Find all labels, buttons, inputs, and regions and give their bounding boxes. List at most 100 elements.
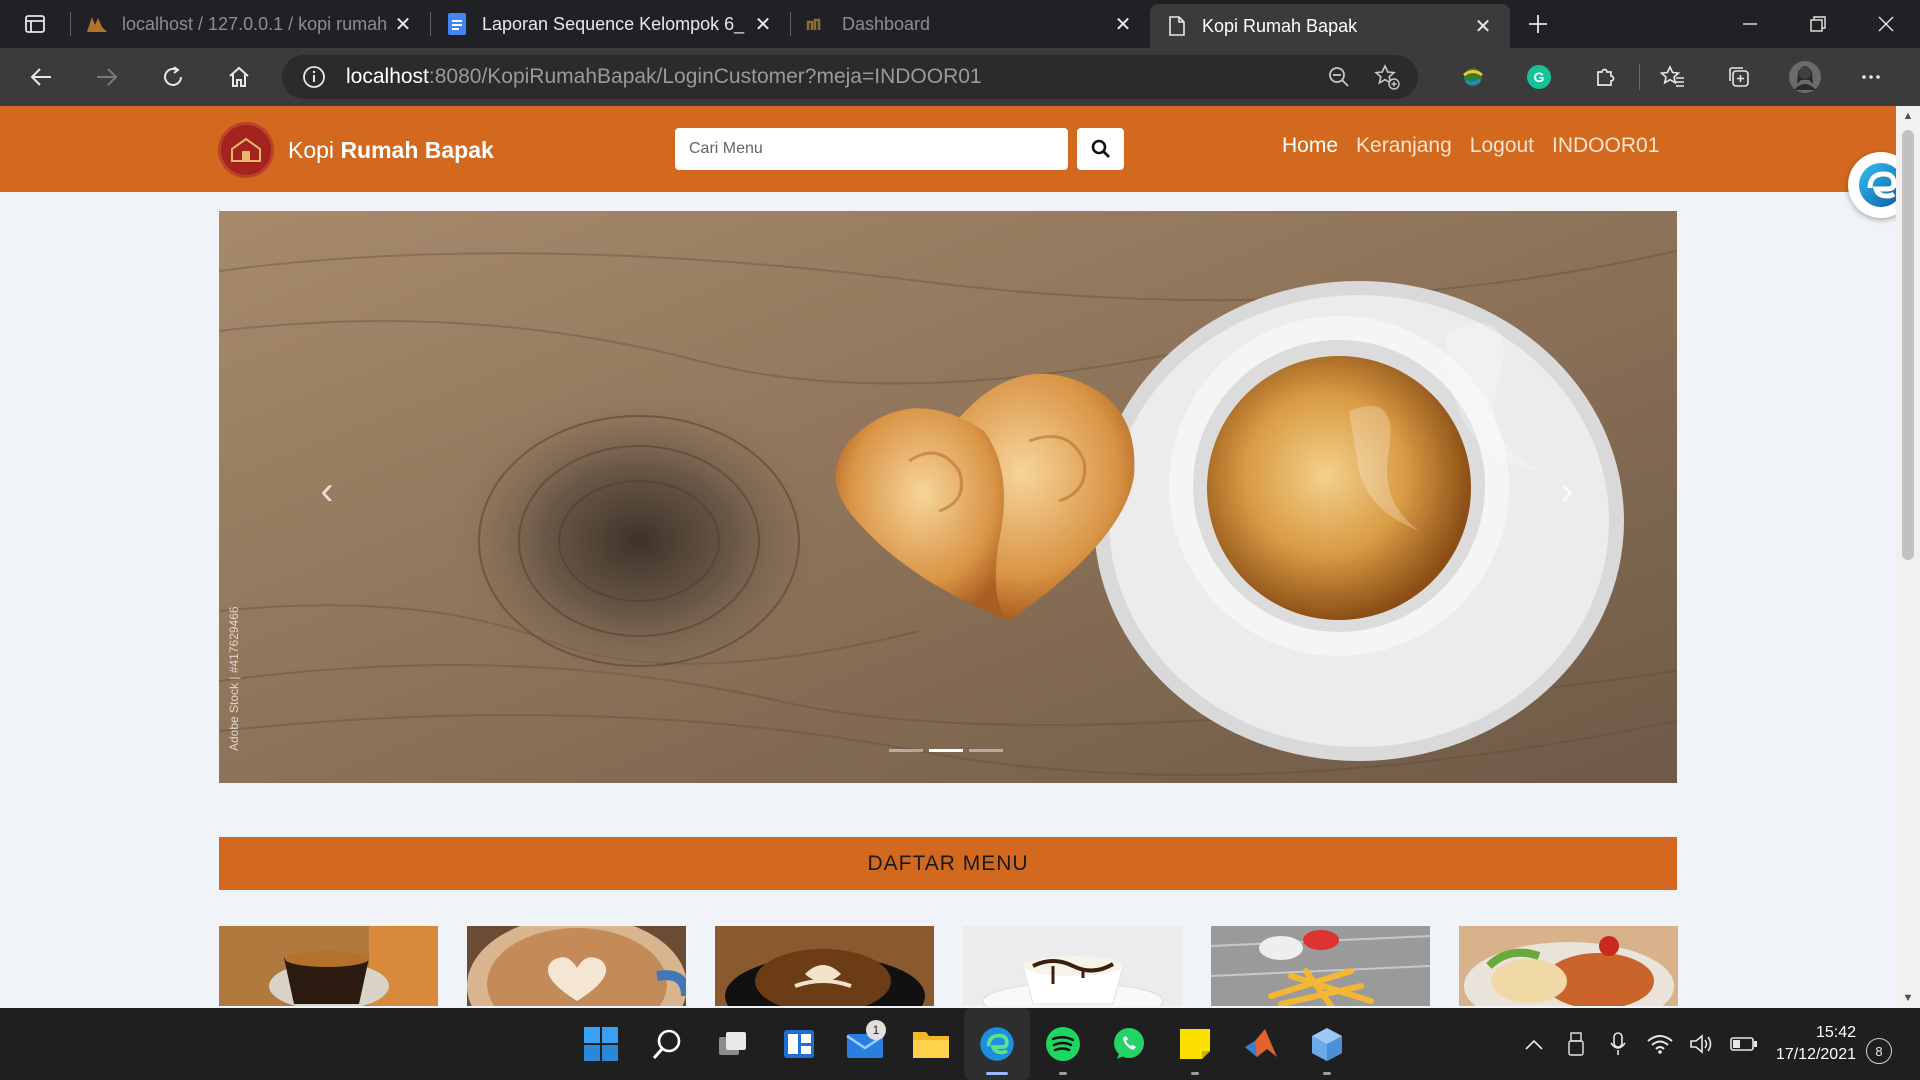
tab-title: Kopi Rumah Bapak: [1202, 15, 1358, 36]
show-hidden-icons-button[interactable]: [1518, 1028, 1550, 1060]
google-docs-icon: [446, 13, 468, 35]
carousel-indicator-2[interactable]: [929, 749, 963, 752]
settings-menu-button[interactable]: [1838, 48, 1904, 106]
wifi-icon[interactable]: [1644, 1028, 1676, 1060]
zoom-out-icon: [1329, 67, 1349, 87]
close-tab-icon[interactable]: ✕: [752, 13, 774, 36]
battery-icon[interactable]: [1728, 1028, 1760, 1060]
scroll-down-arrow-icon[interactable]: ▼: [1896, 988, 1920, 1008]
microphone-icon[interactable]: [1602, 1028, 1634, 1060]
reload-button[interactable]: [140, 48, 206, 106]
brand-logo: [218, 122, 274, 178]
windows-taskbar: 1 15:42 17/12/2021 8: [0, 1008, 1920, 1080]
menu-section-title: DAFTAR MENU: [219, 837, 1677, 890]
search-taskbar-button[interactable]: [634, 1008, 700, 1080]
menu-item-chocolate-coffee[interactable]: [963, 926, 1182, 1006]
reload-icon: [164, 66, 182, 86]
close-icon: [1878, 16, 1894, 32]
virtualbox-button[interactable]: [1294, 1008, 1360, 1080]
minimize-button[interactable]: [1716, 0, 1784, 48]
back-button[interactable]: [8, 48, 74, 106]
carousel-prev-button[interactable]: ‹: [297, 461, 357, 521]
forward-button[interactable]: [74, 48, 140, 106]
back-arrow-icon: [30, 68, 51, 86]
restore-button[interactable]: [1784, 0, 1852, 48]
site-navbar: Kopi Rumah Bapak Home Keranjang Logout I…: [0, 106, 1896, 192]
carousel-indicator-1[interactable]: [889, 749, 923, 752]
tab-google-docs[interactable]: Laporan Sequence Kelompok 6_ ✕: [430, 0, 790, 48]
favorites-button[interactable]: [1640, 48, 1706, 106]
tab-actions-button[interactable]: [0, 0, 70, 48]
sticky-notes-button[interactable]: [1162, 1008, 1228, 1080]
spotify-button[interactable]: [1030, 1008, 1096, 1080]
menu-item-cappuccino[interactable]: [715, 926, 934, 1006]
menu-item-espresso[interactable]: [219, 926, 438, 1006]
puzzle-icon: [1597, 68, 1615, 86]
page-icon: [1166, 15, 1188, 37]
profile-button[interactable]: [1772, 48, 1838, 106]
main-nav: Home Keranjang Logout INDOOR01: [1282, 134, 1659, 158]
file-explorer-button[interactable]: [898, 1008, 964, 1080]
window-controls: [1716, 0, 1920, 48]
extensions-button[interactable]: [1572, 48, 1638, 106]
espresso-image: [219, 926, 438, 1006]
tab-dashboard[interactable]: Dashboard ✕: [790, 0, 1150, 48]
carousel-indicator-3[interactable]: [969, 749, 1003, 752]
brand[interactable]: Kopi Rumah Bapak: [218, 122, 494, 178]
url-text[interactable]: localhost:8080/KopiRumahBapak/LoginCusto…: [346, 65, 982, 89]
close-tab-icon[interactable]: ✕: [1112, 13, 1134, 36]
nav-home[interactable]: Home: [1282, 134, 1338, 158]
usb-device-icon[interactable]: [1560, 1028, 1592, 1060]
chevron-up-icon: [1525, 1039, 1543, 1050]
nav-table-indoor01[interactable]: INDOOR01: [1552, 134, 1659, 158]
close-tab-icon[interactable]: ✕: [392, 13, 414, 36]
start-button[interactable]: [568, 1008, 634, 1080]
close-window-button[interactable]: [1852, 0, 1920, 48]
tab-kopi-rumah-bapak[interactable]: Kopi Rumah Bapak ✕: [1150, 4, 1510, 48]
nav-keranjang[interactable]: Keranjang: [1356, 134, 1452, 158]
volume-icon[interactable]: [1686, 1028, 1718, 1060]
mail-app-button[interactable]: 1: [832, 1008, 898, 1080]
edge-taskbar-button[interactable]: [964, 1008, 1030, 1080]
plus-icon: [1529, 15, 1547, 33]
whatsapp-button[interactable]: [1096, 1008, 1162, 1080]
close-tab-icon[interactable]: ✕: [1472, 15, 1494, 38]
browser-toolbar: localhost:8080/KopiRumahBapak/LoginCusto…: [0, 48, 1920, 106]
menu-search-input[interactable]: [675, 128, 1068, 170]
menu-item-french-fries[interactable]: [1211, 926, 1430, 1006]
dashboard-icon: [806, 13, 828, 35]
address-bar[interactable]: localhost:8080/KopiRumahBapak/LoginCusto…: [282, 55, 1418, 99]
carousel-indicators: [889, 749, 1003, 752]
favorites-icon: [1660, 65, 1684, 87]
minimize-icon: [1743, 23, 1757, 25]
matlab-button[interactable]: [1228, 1008, 1294, 1080]
tab-title: Laporan Sequence Kelompok 6_: [482, 13, 745, 34]
new-tab-button[interactable]: [1510, 0, 1566, 48]
grammarly-button[interactable]: G: [1506, 48, 1572, 106]
clock[interactable]: 15:42 17/12/2021: [1766, 1022, 1856, 1066]
menu-grid: [219, 926, 1678, 1006]
notification-center-button[interactable]: 8: [1866, 1038, 1892, 1064]
zoom-out-button[interactable]: [1324, 62, 1354, 92]
carousel-next-button[interactable]: ›: [1537, 461, 1597, 521]
widgets-button[interactable]: [766, 1008, 832, 1080]
menu-item-fried-rice[interactable]: [1459, 926, 1678, 1006]
collections-button[interactable]: [1706, 48, 1772, 106]
search-button[interactable]: [1077, 128, 1124, 170]
task-view-button[interactable]: [700, 1008, 766, 1080]
page-scrollbar[interactable]: ▲ ▼: [1896, 106, 1920, 1008]
scroll-up-arrow-icon[interactable]: ▲: [1896, 106, 1920, 126]
tab-phpmyadmin[interactable]: localhost / 127.0.0.1 / kopi rumah ✕: [70, 0, 430, 48]
home-button[interactable]: [206, 48, 272, 106]
extension-globe-button[interactable]: [1440, 48, 1506, 106]
scrollbar-thumb[interactable]: [1902, 130, 1914, 560]
latte-heart-image: [467, 926, 686, 1006]
nav-logout[interactable]: Logout: [1470, 134, 1534, 158]
spotify-icon: [1046, 1027, 1080, 1061]
tab-title: localhost / 127.0.0.1 / kopi rumah: [122, 13, 388, 34]
folder-icon: [913, 1032, 949, 1058]
menu-item-latte[interactable]: [467, 926, 686, 1006]
tab-actions-icon: [25, 15, 45, 33]
add-favorite-button[interactable]: [1372, 62, 1402, 92]
tab-title: Dashboard: [842, 13, 931, 34]
